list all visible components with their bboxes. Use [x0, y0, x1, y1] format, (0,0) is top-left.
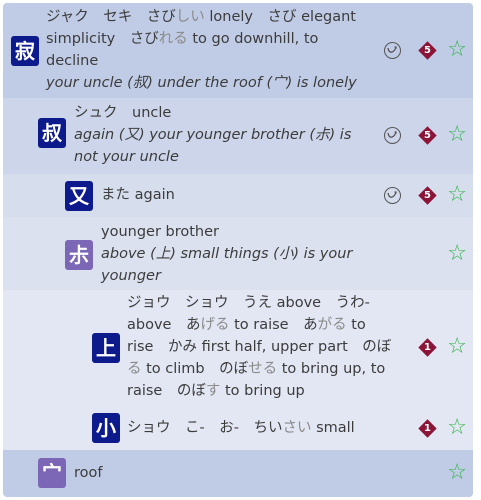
kanji-entry-row[interactable]: 寂 ジャク セキ さびしい lonely さび elegant simplici…: [3, 3, 473, 98]
readings-line: rise かみ first half, upper part のぼ: [127, 339, 392, 355]
entry-actions: ☆: [447, 243, 467, 265]
kanji-entry-row[interactable]: 又 また again 5 ☆: [3, 174, 473, 217]
entry-actions: 1 ☆: [418, 417, 467, 439]
kanji-entry-row[interactable]: 叔 シュク uncle again (又) your younger broth…: [3, 98, 473, 174]
entry-actions: 5 ☆: [384, 39, 467, 61]
readings-line: decline: [46, 53, 99, 69]
entry-actions: 1 ☆: [418, 336, 467, 358]
kanji-tile[interactable]: 小: [92, 413, 120, 443]
readings-line: younger brother: [101, 224, 220, 240]
hook-icon[interactable]: [384, 41, 402, 59]
readings-line: ショウ こ- お- ちいさい small: [127, 420, 355, 436]
star-icon[interactable]: ☆: [447, 124, 467, 146]
mnemonic-text: above (上) small things (小) is your young…: [101, 246, 353, 284]
star-icon[interactable]: ☆: [447, 417, 467, 439]
star-icon[interactable]: ☆: [447, 336, 467, 358]
entry-actions: ☆: [447, 462, 467, 484]
star-icon[interactable]: ☆: [447, 184, 467, 206]
readings-line: ジャク セキ さびしい lonely さび elegant: [46, 9, 356, 25]
kanji-entry-row[interactable]: 尗 younger brother above (上) small things…: [3, 217, 473, 306]
entry-actions: 5 ☆: [384, 124, 467, 146]
grade-badge: 1: [418, 337, 437, 357]
hook-icon[interactable]: [384, 186, 402, 204]
readings-line: simplicity さびれる to go downhill, to: [46, 31, 319, 47]
hook-icon[interactable]: [384, 126, 402, 144]
readings-line: シュク uncle: [74, 105, 172, 121]
entry-readings: シュク uncle again (又) your younger brother…: [74, 102, 374, 168]
kanji-entry-row[interactable]: 宀 roof ☆: [3, 450, 473, 497]
entry-readings: ジャク セキ さびしい lonely さび elegant simplicity…: [46, 6, 386, 94]
kanji-tile[interactable]: 叔: [38, 118, 66, 148]
readings-line: above あげる to raise あがる to: [127, 317, 366, 333]
mnemonic-text: not your uncle: [74, 149, 179, 165]
readings-line: raise のぼす to bring up: [127, 383, 305, 399]
kanji-entry-row[interactable]: 上 ジョウ ショウ うえ above うわ- above あげる to rais…: [3, 290, 473, 406]
star-icon[interactable]: ☆: [447, 39, 467, 61]
kanji-entry-row[interactable]: 小 ショウ こ- お- ちいさい small 1 ☆: [3, 406, 473, 450]
grade-badge: 5: [418, 40, 437, 60]
entry-readings: ジョウ ショウ うえ above うわ- above あげる to raise …: [127, 292, 397, 402]
grade-badge: 1: [418, 418, 437, 438]
kanji-tile[interactable]: 尗: [65, 240, 93, 270]
readings-line: また again: [101, 187, 175, 203]
grade-badge: 5: [418, 125, 437, 145]
readings-line: る to climb のぼせる to bring up, to: [127, 361, 386, 377]
kanji-tile[interactable]: 寂: [11, 36, 39, 66]
kanji-tile[interactable]: 又: [65, 181, 93, 211]
mnemonic-text: your uncle (叔) under the roof (宀) is lon…: [46, 75, 357, 91]
star-icon[interactable]: ☆: [447, 462, 467, 484]
star-icon[interactable]: ☆: [447, 243, 467, 265]
mnemonic-text: again (又) your younger brother (尗) is: [74, 127, 352, 143]
readings-line: ジョウ ショウ うえ above うわ-: [127, 295, 370, 311]
kanji-breakdown-panel: 寂 ジャク セキ さびしい lonely さび elegant simplici…: [3, 3, 473, 497]
readings-line: roof: [74, 465, 103, 481]
kanji-tile[interactable]: 上: [92, 333, 120, 363]
kanji-tile[interactable]: 宀: [38, 458, 66, 488]
grade-badge: 5: [418, 185, 437, 205]
entry-actions: 5 ☆: [384, 184, 467, 206]
